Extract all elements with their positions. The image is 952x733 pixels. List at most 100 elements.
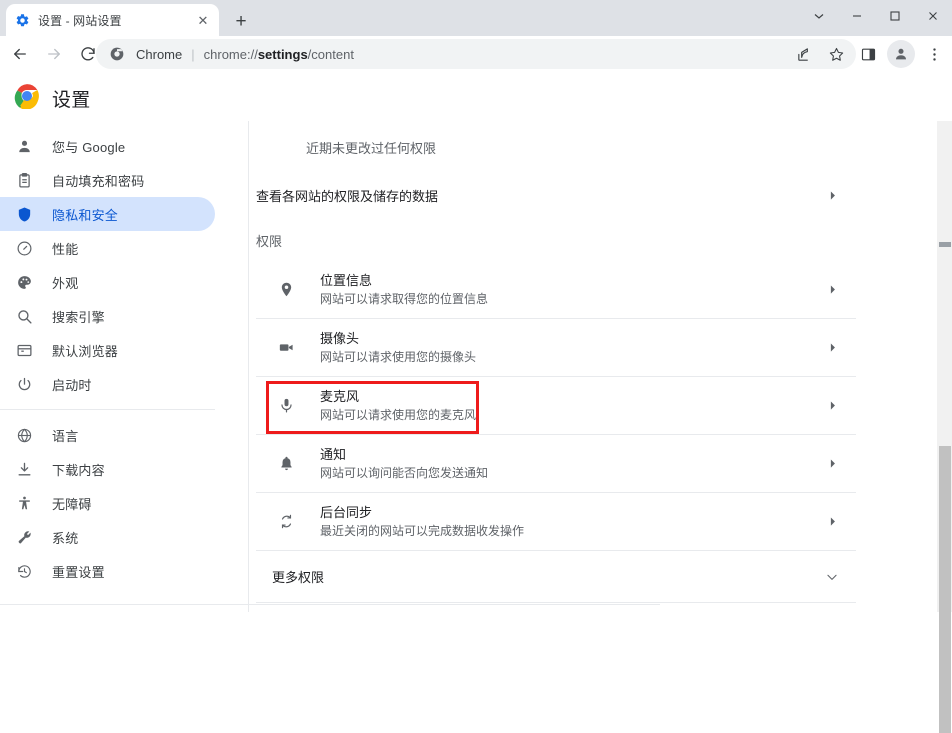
chevron-down-icon[interactable] — [800, 0, 838, 32]
bookmark-star-icon[interactable] — [822, 40, 850, 68]
settings-brand: 设置 — [14, 83, 90, 114]
url-prefix: chrome:// — [203, 46, 258, 62]
sidebar-item-label: 启动时 — [52, 377, 92, 393]
browser-toolbar: Chrome | chrome://settings/content — [0, 36, 952, 72]
power-icon — [14, 374, 34, 394]
sidebar-item-label: 重置设置 — [52, 564, 105, 580]
sidebar-item-label: 自动填充和密码 — [52, 173, 145, 189]
shield-icon — [14, 204, 34, 224]
download-icon — [14, 459, 34, 479]
permission-title: 摄像头 — [320, 330, 360, 346]
sidebar-item-label: 语言 — [52, 428, 79, 444]
permission-title: 后台同步 — [320, 504, 373, 520]
sidebar-item-on-startup[interactable]: 启动时 — [0, 367, 248, 401]
permission-title: 位置信息 — [320, 272, 373, 288]
chevron-right-icon — [824, 283, 840, 296]
permission-row-notifications[interactable]: 通知 网站可以询问能否向您发送通知 — [256, 435, 856, 493]
sidebar-item-label: 无障碍 — [52, 496, 92, 512]
forward-arrow-icon[interactable] — [40, 40, 68, 68]
permission-title: 麦克风 — [320, 388, 360, 404]
sidebar-item-reset-settings[interactable]: 重置设置 — [0, 554, 248, 588]
url-suffix: /content — [307, 46, 354, 62]
gear-icon — [14, 12, 30, 28]
maximize-icon[interactable] — [876, 0, 914, 32]
palette-icon — [14, 272, 34, 292]
close-icon[interactable]: ✕ — [195, 12, 211, 28]
sidebar-item-you-and-google[interactable]: 您与 Google — [0, 129, 248, 163]
history-restore-icon — [14, 561, 34, 581]
settings-sidebar: 您与 Google 自动填充和密码 隐私和安全 性能 外观 搜索引擎 默认浏览器… — [0, 121, 248, 612]
chevron-down-icon — [824, 570, 840, 584]
sidebar-item-label: 搜索引擎 — [52, 309, 105, 325]
address-bar[interactable]: Chrome | chrome://settings/content — [96, 39, 856, 69]
sidebar-item-label: 隐私和安全 — [52, 207, 119, 223]
chevron-right-icon — [824, 457, 840, 470]
location-pin-icon — [276, 280, 296, 300]
bell-icon — [276, 454, 296, 474]
permission-row-microphone[interactable]: 麦克风 网站可以请求使用您的麦克风 — [256, 377, 856, 435]
accessibility-icon — [14, 493, 34, 513]
search-icon — [14, 306, 34, 326]
site-data-link-row[interactable]: 查看各网站的权限及储存的数据 — [256, 171, 856, 219]
permission-text: 后台同步 最近关闭的网站可以完成数据收发操作 — [320, 504, 824, 540]
permission-description: 网站可以请求使用您的摄像头 — [320, 349, 477, 364]
sidebar-item-label: 默认浏览器 — [52, 343, 119, 359]
chevron-right-icon — [824, 189, 840, 202]
sidebar-item-label: 系统 — [52, 530, 79, 546]
permission-description: 网站可以请求使用您的麦克风 — [320, 407, 477, 422]
sync-icon — [276, 512, 296, 532]
wrench-icon — [14, 527, 34, 547]
permission-text: 位置信息 网站可以请求取得您的位置信息 — [320, 272, 824, 308]
share-icon[interactable] — [790, 40, 818, 68]
more-permissions-row[interactable]: 更多权限 — [256, 551, 856, 603]
page-scrollbar-thumb[interactable] — [939, 446, 951, 733]
chevron-right-icon — [824, 341, 840, 354]
clipboard-icon — [14, 170, 34, 190]
speedometer-icon — [14, 238, 34, 258]
window-controls — [800, 0, 952, 32]
browser-window-icon — [14, 340, 34, 360]
close-icon[interactable] — [914, 0, 952, 32]
three-dot-menu-icon[interactable] — [920, 40, 948, 68]
side-panel-icon[interactable] — [854, 40, 882, 68]
person-icon — [14, 136, 34, 156]
page-scrollbar-track[interactable] — [937, 121, 952, 733]
permission-title: 通知 — [320, 446, 347, 462]
sidebar-item-appearance[interactable]: 外观 — [0, 265, 248, 299]
sidebar-item-downloads[interactable]: 下载内容 — [0, 452, 248, 486]
url-bold: settings — [257, 46, 308, 62]
sidebar-section-divider — [0, 409, 215, 410]
sidebar-item-default-browser[interactable]: 默认浏览器 — [0, 333, 248, 367]
permission-row-camera[interactable]: 摄像头 网站可以请求使用您的摄像头 — [256, 319, 856, 377]
tab-strip: 设置 - 网站设置 ✕ + — [0, 0, 952, 36]
permission-row-background-sync[interactable]: 后台同步 最近关闭的网站可以完成数据收发操作 — [256, 493, 856, 551]
omnibox-url: chrome://settings/content — [204, 47, 354, 62]
new-tab-button[interactable]: + — [228, 8, 254, 34]
sidebar-item-autofill[interactable]: 自动填充和密码 — [0, 163, 248, 197]
sidebar-item-privacy-security[interactable]: 隐私和安全 — [0, 197, 215, 231]
site-data-link-label: 查看各网站的权限及储存的数据 — [256, 188, 439, 204]
sidebar-item-search-engine[interactable]: 搜索引擎 — [0, 299, 248, 333]
sidebar-item-system[interactable]: 系统 — [0, 520, 248, 554]
sidebar-item-label: 您与 Google — [52, 139, 126, 155]
permissions-section-title: 权限 — [256, 234, 283, 249]
toolbar-right-icons — [788, 39, 950, 69]
profile-avatar[interactable] — [887, 40, 915, 68]
globe-icon — [14, 425, 34, 445]
sidebar-item-accessibility[interactable]: 无障碍 — [0, 486, 248, 520]
camera-icon — [276, 338, 296, 358]
bottom-divider — [0, 604, 660, 605]
permission-row-location[interactable]: 位置信息 网站可以请求取得您的位置信息 — [256, 261, 856, 319]
more-permissions-label: 更多权限 — [272, 570, 325, 585]
sidebar-item-performance[interactable]: 性能 — [0, 231, 248, 265]
sidebar-item-languages[interactable]: 语言 — [0, 418, 248, 452]
browser-tab[interactable]: 设置 - 网站设置 ✕ — [6, 4, 219, 36]
chevron-right-icon — [824, 399, 840, 412]
minimize-icon[interactable] — [838, 0, 876, 32]
back-arrow-icon[interactable] — [6, 40, 34, 68]
scrollbar-mark — [939, 242, 951, 247]
tab-title: 设置 - 网站设置 — [38, 13, 122, 28]
permissions-list: 位置信息 网站可以请求取得您的位置信息 摄像头 网站可以请求使用您的摄像头 麦克… — [256, 261, 856, 603]
recent-activity-note: 近期未更改过任何权限 — [306, 141, 437, 156]
sidebar-divider — [248, 121, 249, 612]
